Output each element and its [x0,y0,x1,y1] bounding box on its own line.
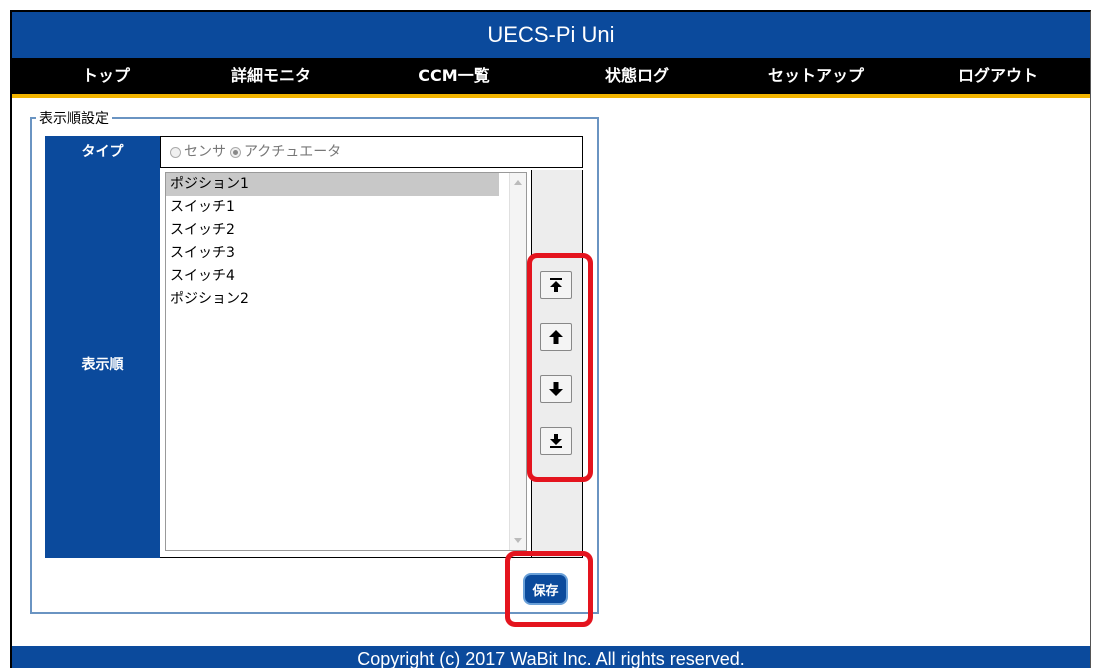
nav-item-status-log[interactable]: 状態ログ [605,58,669,94]
sensor-radio-label: センサ [184,144,226,160]
move-buttons-highlight [527,253,593,482]
settings-legend: 表示順設定 [39,111,109,127]
actuator-radio[interactable] [230,146,241,158]
app-title: UECS-Pi Uni [12,12,1090,58]
footer-copyright: Copyright (c) 2017 WaBit Inc. All rights… [12,646,1090,668]
order-label-text: 表示順 [81,357,124,373]
type-radio-group: センサ アクチュエータ [170,142,341,162]
nav-item-top[interactable]: トップ [82,58,130,94]
order-label: 表示順 [45,168,160,558]
save-button-highlight [505,551,593,627]
list-item[interactable]: スイッチ3 [166,242,499,265]
nav-item-logout[interactable]: ログアウト [958,58,1038,94]
order-listbox[interactable]: ポジション1 スイッチ1 スイッチ2 スイッチ3 スイッチ4 ポジション2 [165,172,527,551]
list-item[interactable]: スイッチ4 [166,265,499,288]
actuator-radio-label: アクチュエータ [244,144,342,160]
list-item[interactable]: スイッチ2 [166,219,499,242]
type-label: タイプ [45,136,160,168]
nav-item-setup[interactable]: セットアップ [768,58,864,94]
scroll-down-icon[interactable] [514,538,522,543]
nav-item-ccm-list[interactable]: CCM一覧 [418,58,489,94]
scroll-up-icon[interactable] [514,180,522,185]
sensor-radio[interactable] [170,146,181,158]
list-item[interactable]: ポジション2 [166,288,499,311]
nav-item-detail-monitor[interactable]: 詳細モニタ [231,58,311,94]
list-item[interactable]: ポジション1 [166,173,499,196]
listbox-scrollbar[interactable] [509,173,526,550]
main-nav: トップ 詳細モニタ CCM一覧 状態ログ セットアップ ログアウト [12,58,1090,98]
list-item[interactable]: スイッチ1 [166,196,499,219]
